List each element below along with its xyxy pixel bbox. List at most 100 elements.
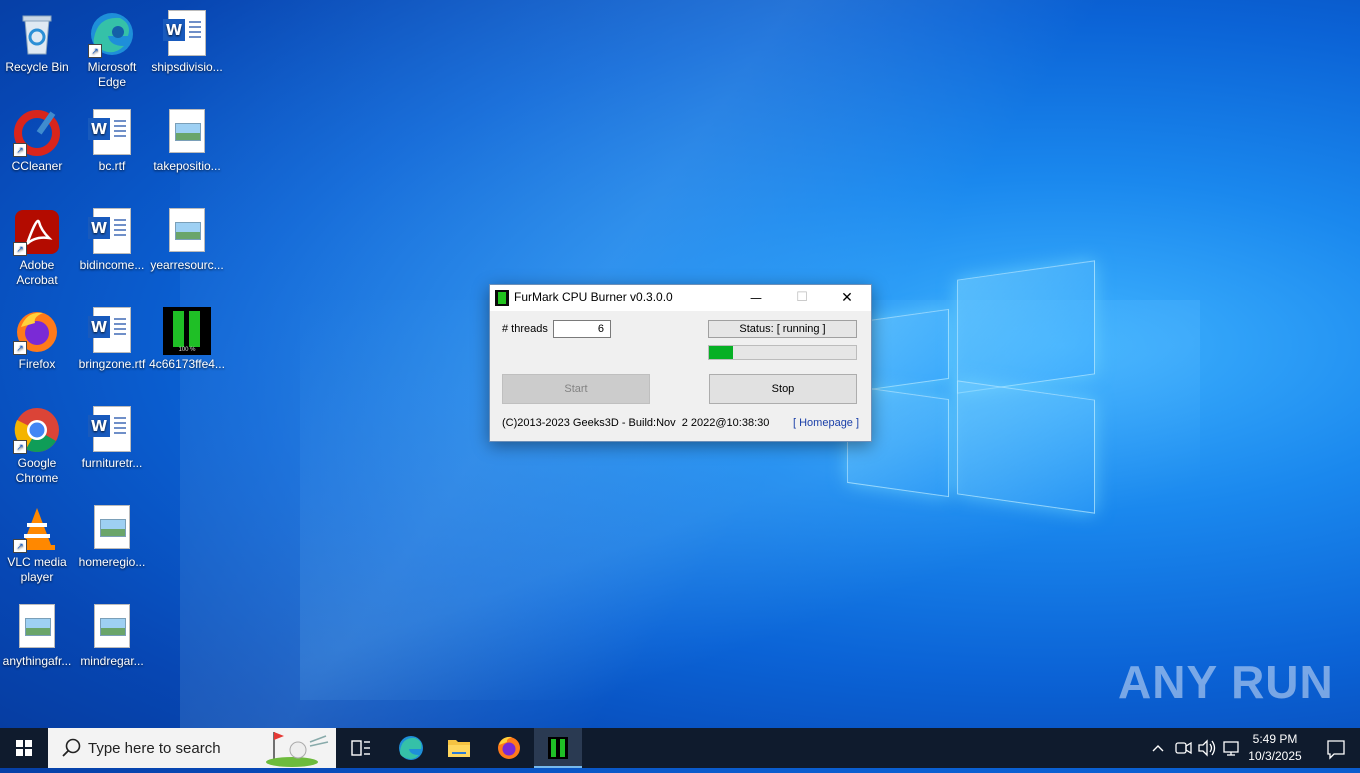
- start-button: Start: [502, 374, 650, 404]
- maximize-button: ☐: [796, 290, 808, 305]
- image-file-icon: [94, 505, 130, 549]
- shortcut-arrow-icon: ↗: [13, 539, 27, 553]
- image-file-icon: [19, 604, 55, 648]
- desktop-icon-label: VLC media player: [7, 555, 67, 584]
- threads-label: # threads: [502, 323, 548, 335]
- shortcut-arrow-icon: ↗: [13, 242, 27, 256]
- word-document-icon: W: [88, 406, 131, 452]
- clock-time: 5:49 PM: [1252, 732, 1298, 746]
- desktop-icon-furnituretr[interactable]: W furnituretr...: [74, 402, 150, 471]
- desktop-icon-mindregar[interactable]: mindregar...: [74, 600, 150, 669]
- desktop-icon-firefox[interactable]: ↗ Firefox: [0, 303, 75, 372]
- shortcut-arrow-icon: ↗: [13, 341, 27, 355]
- taskbar-file-explorer-button[interactable]: [435, 728, 483, 768]
- desktop-icon-4c66173ffe4[interactable]: 100 % 4c66173ffe4...: [149, 303, 225, 372]
- desktop-icon-label: Google Chrome: [15, 456, 59, 485]
- stop-button[interactable]: Stop: [709, 374, 857, 404]
- desktop-icon-label: CCleaner: [11, 159, 63, 173]
- notifications-button[interactable]: [1312, 728, 1360, 768]
- desktop-icon-bidincome[interactable]: W bidincome...: [74, 204, 150, 273]
- desktop-icon-label: bc.rtf: [98, 159, 126, 173]
- word-document-icon: W: [88, 208, 131, 254]
- golf-search-highlight-icon: [266, 732, 329, 767]
- desktop-icon-yearresourc[interactable]: yearresourc...: [149, 204, 225, 273]
- desktop-icon-label: Recycle Bin: [5, 60, 69, 74]
- desktop-icon-label: 4c66173ffe4...: [149, 357, 225, 371]
- desktop-icon-label: bidincome...: [79, 258, 145, 272]
- network-button[interactable]: [1219, 728, 1243, 768]
- anyrun-watermark: ANY RUN: [1118, 656, 1334, 708]
- image-file-icon: [94, 604, 130, 648]
- meet-now-button[interactable]: [1171, 728, 1195, 768]
- progress-fill: [709, 346, 733, 359]
- furmark-bar-icon: [189, 311, 200, 347]
- windows-start-icon: [16, 740, 32, 756]
- threads-input[interactable]: [553, 320, 611, 338]
- image-file-icon: [169, 109, 205, 153]
- desktop-icon-label: Adobe Acrobat: [16, 258, 58, 287]
- desktop-icon-label: mindregar...: [80, 654, 144, 668]
- task-view-icon: [351, 740, 370, 756]
- taskbar-firefox-button[interactable]: [485, 728, 533, 768]
- desktop-icon-bringzone-rtf[interactable]: W bringzone.rtf: [74, 303, 150, 372]
- firefox-icon: [498, 736, 520, 759]
- recycle-bin-icon: [22, 15, 52, 55]
- task-view-button[interactable]: [336, 728, 384, 768]
- desktop-icon-shipsdivisio[interactable]: W shipsdivisio...: [149, 6, 225, 75]
- word-document-icon: W: [88, 307, 131, 353]
- desktop-icon-google-chrome[interactable]: ↗ Google Chrome: [0, 402, 75, 486]
- start-button-taskbar[interactable]: [0, 728, 48, 768]
- edge-icon: [399, 736, 423, 760]
- search-placeholder: Type here to search: [88, 740, 221, 757]
- furmark-cpu-burner-window: FurMark CPU Burner v0.3.0.0 — ☐ ✕ # thre…: [489, 284, 872, 442]
- window-title: FurMark CPU Burner v0.3.0.0: [514, 290, 673, 304]
- desktop-icon-label: takepositio...: [153, 159, 221, 173]
- shortcut-arrow-icon: ↗: [88, 44, 102, 58]
- furmark-thumb-text: 100 %: [178, 347, 196, 353]
- desktop-icon-anythingafr[interactable]: anythingafr...: [0, 600, 75, 669]
- desktop-icon-takepositio[interactable]: takepositio...: [149, 105, 225, 174]
- desktop-icon-bc-rtf[interactable]: W bc.rtf: [74, 105, 150, 174]
- desktop-icon-label: shipsdivisio...: [151, 60, 223, 74]
- window-titlebar[interactable]: FurMark CPU Burner v0.3.0.0 — ☐ ✕: [490, 285, 871, 311]
- show-hidden-icons-button[interactable]: [1146, 728, 1170, 768]
- taskbar-edge-button[interactable]: [387, 728, 435, 768]
- shortcut-arrow-icon: ↗: [13, 143, 27, 157]
- furmark-app-icon: [495, 290, 509, 306]
- desktop-icon-label: Microsoft Edge: [87, 60, 137, 89]
- cpu-load-progress-bar: [708, 345, 857, 360]
- taskbar-furmark-button[interactable]: [534, 728, 582, 768]
- desktop-icon-homeregio[interactable]: homeregio...: [74, 501, 150, 570]
- word-document-icon: W: [163, 10, 206, 56]
- speaker-icon: [1198, 739, 1216, 757]
- desktop-icon-microsoft-edge[interactable]: ↗ Microsoft Edge: [74, 6, 150, 90]
- desktop-icon-label: Firefox: [18, 357, 56, 371]
- clock[interactable]: 5:49 PM 10/3/2025: [1246, 732, 1304, 763]
- desktop-icon-recycle-bin[interactable]: Recycle Bin: [0, 6, 75, 75]
- search-icon: [62, 738, 81, 757]
- shortcut-arrow-icon: ↗: [13, 440, 27, 454]
- image-file-icon: [169, 208, 205, 252]
- taskbar-search-box[interactable]: Type here to search: [48, 728, 336, 768]
- volume-button[interactable]: [1195, 728, 1219, 768]
- word-document-icon: W: [88, 109, 131, 155]
- desktop-icon-label: yearresourc...: [150, 258, 224, 272]
- clock-date: 10/3/2025: [1248, 749, 1302, 763]
- close-button[interactable]: ✕: [824, 285, 870, 311]
- desktop-icon-label: homeregio...: [78, 555, 146, 569]
- taskbar: Type here to search 5:49 PM 10/3/2025: [0, 728, 1360, 768]
- folder-icon: [448, 740, 470, 757]
- camera-icon: [1175, 741, 1192, 755]
- furmark-icon: [548, 737, 568, 759]
- copyright-footer: (C)2013-2023 Geeks3D - Build:Nov 2 2022@…: [502, 417, 770, 429]
- homepage-link[interactable]: [ Homepage ]: [793, 417, 859, 429]
- desktop-icon-label: bringzone.rtf: [78, 357, 146, 371]
- desktop-icon-adobe-acrobat[interactable]: ↗ Adobe Acrobat: [0, 204, 75, 288]
- status-box: Status: [ running ]: [708, 320, 857, 338]
- desktop-icon-label: anythingafr...: [2, 654, 72, 668]
- desktop-icon-ccleaner[interactable]: ↗ CCleaner: [0, 105, 75, 174]
- desktop-icon-vlc-media-player[interactable]: ↗ VLC media player: [0, 501, 75, 585]
- minimize-button[interactable]: —: [733, 285, 779, 311]
- network-icon: [1223, 741, 1239, 756]
- chevron-up-icon: [1152, 745, 1164, 752]
